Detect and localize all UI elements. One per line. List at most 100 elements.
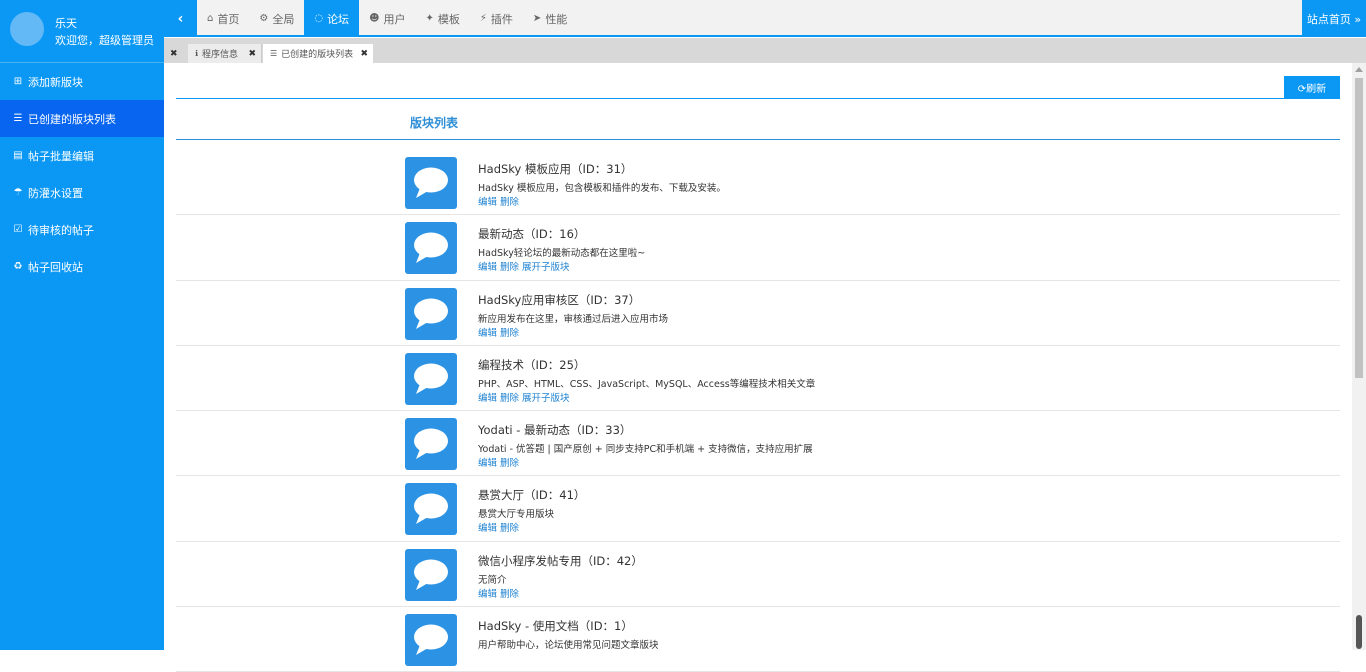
speech-bubble-icon bbox=[414, 493, 448, 525]
tab-bar: ✖ ℹ 程序信息 ✖ ☰ 已创建的版块列表 ✖ bbox=[164, 38, 1366, 63]
sidebar-item[interactable]: ☑ 待审核的帖子 bbox=[0, 211, 164, 248]
edit-link[interactable]: 编辑 bbox=[478, 589, 497, 600]
forum-row: HadSky - 使用文档（ID：1） 用户帮助中心，论坛使用常见问题文章版块 bbox=[176, 607, 1340, 672]
sidebar-item-label: 帖子批量编辑 bbox=[28, 149, 94, 163]
forum-name: HadSky - 使用文档（ID：1） bbox=[478, 619, 633, 634]
home-icon: ⌂ bbox=[207, 13, 214, 24]
topnav-item-label: 模板 bbox=[437, 12, 460, 26]
top-bar: ‹ ⌂ 首页 ⚙ 全局 ◌ 论坛 ☻ 用户 ✦ 模板 ⚡ 插件 ➤ 性能 站点首页 » bbox=[164, 0, 1366, 37]
tab-program-info[interactable]: ℹ 程序信息 ✖ bbox=[188, 44, 262, 63]
forum-row: Yodati - 最新动态（ID：33） Yodati - 优答题 | 国产原创 … bbox=[176, 411, 1340, 477]
forum-description: 无简介 bbox=[478, 574, 507, 586]
topnav-item[interactable]: ✦ 模板 bbox=[416, 0, 470, 37]
paper-plane-icon: ➤ bbox=[532, 13, 542, 24]
edit-link[interactable]: 编辑 bbox=[478, 197, 497, 208]
topnav-item[interactable]: ➤ 性能 bbox=[523, 0, 577, 37]
comment-bubble-icon bbox=[405, 418, 457, 471]
speech-bubble-icon bbox=[414, 428, 448, 460]
topnav-item-label: 全局 bbox=[272, 12, 295, 26]
sidebar-item[interactable]: ▤ 帖子批量编辑 bbox=[0, 137, 164, 174]
tab-label: 程序信息 bbox=[202, 50, 239, 60]
forum-name: 编程技术（ID：25） bbox=[478, 357, 586, 372]
delete-link[interactable]: 删除 bbox=[500, 262, 519, 273]
recycle-icon: ♻ bbox=[13, 261, 23, 272]
plug-icon: ⚡ bbox=[479, 13, 487, 24]
sidebar-item-label: 帖子回收站 bbox=[28, 260, 83, 274]
forum-row: 最新动态（ID：16） HadSky轻论坛的最新动态都在这里啦~ 编辑 删除 展开子版块 bbox=[176, 215, 1340, 281]
list-icon: ☰ bbox=[270, 49, 278, 58]
edit-link[interactable]: 编辑 bbox=[478, 458, 497, 469]
top-nav: ⌂ 首页 ⚙ 全局 ◌ 论坛 ☻ 用户 ✦ 模板 ⚡ 插件 ➤ 性能 bbox=[197, 0, 577, 37]
edit-link[interactable]: 编辑 bbox=[478, 393, 497, 404]
close-all-tabs-button[interactable]: ✖ bbox=[170, 44, 178, 63]
close-icon[interactable]: ✖ bbox=[360, 49, 368, 59]
speech-bubble-icon bbox=[414, 167, 448, 198]
topnav-item[interactable]: ◌ 论坛 bbox=[304, 0, 360, 37]
avatar[interactable] bbox=[10, 12, 44, 46]
gears-icon: ⚙ bbox=[259, 13, 269, 24]
scrollbar[interactable] bbox=[1352, 63, 1366, 650]
sidebar-item[interactable]: ☰ 已创建的版块列表 bbox=[0, 100, 164, 137]
topnav-item[interactable]: ⌂ 首页 bbox=[197, 0, 249, 37]
check-square-icon: ☑ bbox=[13, 224, 23, 235]
scroll-handle[interactable] bbox=[1356, 615, 1362, 649]
forum-description: 新应用发布在这里，审核通过后进入应用市场 bbox=[478, 313, 669, 325]
section-title: 版块列表 bbox=[410, 116, 459, 130]
sidebar-menu: ⊞ 添加新版块 ☰ 已创建的版块列表 ▤ 帖子批量编辑 ☂ 防灌水设置 ☑ 待审核的帖子 ♻ 帖子回收… bbox=[0, 63, 164, 285]
close-icon[interactable]: ✖ bbox=[170, 49, 178, 59]
delete-link[interactable]: 删除 bbox=[500, 523, 519, 534]
edit-link[interactable]: 编辑 bbox=[478, 262, 497, 273]
forum-name: 悬赏大厅（ID：41） bbox=[478, 488, 586, 503]
site-home-button[interactable]: 站点首页 » bbox=[1302, 0, 1366, 37]
tab-forum-list[interactable]: ☰ 已创建的版块列表 ✖ bbox=[263, 44, 373, 63]
puzzle-icon: ✦ bbox=[425, 13, 434, 24]
comment-bubble-icon bbox=[405, 222, 457, 275]
delete-link[interactable]: 删除 bbox=[500, 328, 519, 339]
umbrella-icon: ☂ bbox=[13, 187, 23, 198]
collapse-sidebar-button[interactable]: ‹ bbox=[164, 0, 197, 37]
delete-link[interactable]: 删除 bbox=[500, 458, 519, 469]
comment-bubble-icon bbox=[405, 614, 457, 667]
forum-list: HadSky 模板应用（ID：31） HadSky 模板应用，包含模板和插件的发布… bbox=[176, 150, 1340, 672]
forum-row: HadSky应用审核区（ID：37） 新应用发布在这里，审核通过后进入应用市场 编辑… bbox=[176, 281, 1340, 346]
speech-bubble-icon bbox=[414, 298, 448, 329]
forum-description: 用户帮助中心，论坛使用常见问题文章版块 bbox=[478, 640, 659, 652]
forum-actions: 编辑 删除 bbox=[478, 520, 522, 534]
forum-row: 悬赏大厅（ID：41） 悬赏大厅专用版块 编辑 删除 bbox=[176, 476, 1340, 542]
topnav-item[interactable]: ⚡ 插件 bbox=[470, 0, 523, 37]
info-icon: ℹ bbox=[195, 49, 199, 58]
delete-link[interactable]: 删除 bbox=[500, 197, 519, 208]
sidebar-item[interactable]: ♻ 帖子回收站 bbox=[0, 248, 164, 285]
forum-actions: 编辑 删除 展开子版块 bbox=[478, 259, 573, 273]
plus-square-icon: ⊞ bbox=[13, 76, 23, 87]
scroll-up-icon[interactable] bbox=[1355, 67, 1363, 72]
close-icon[interactable]: ✖ bbox=[248, 49, 256, 59]
sidebar: 乐天 欢迎您，超级管理员 ⊞ 添加新版块 ☰ 已创建的版块列表 ▤ 帖子批量编辑 ☂ 防灌水设… bbox=[0, 0, 164, 650]
topnav-item[interactable]: ⚙ 全局 bbox=[249, 0, 304, 37]
topnav-item-label: 首页 bbox=[217, 12, 240, 26]
topnav-item[interactable]: ☻ 用户 bbox=[359, 0, 415, 37]
comment-bubble-icon bbox=[405, 483, 457, 536]
forum-name: HadSky 模板应用（ID：31） bbox=[478, 162, 633, 176]
forum-description: PHP、ASP、HTML、CSS、JavaScript、MySQL、Access… bbox=[478, 378, 816, 390]
edit-link[interactable]: 编辑 bbox=[478, 523, 497, 534]
forum-name: 微信小程序发帖专用（ID：42） bbox=[478, 553, 643, 568]
batch-edit-icon: ▤ bbox=[13, 150, 23, 161]
user-welcome: 欢迎您，超级管理员 bbox=[55, 34, 154, 47]
sidebar-item[interactable]: ☂ 防灌水设置 bbox=[0, 174, 164, 211]
forum-description: 悬赏大厅专用版块 bbox=[478, 509, 555, 521]
forum-actions: 编辑 删除 bbox=[478, 586, 522, 600]
edit-link[interactable]: 编辑 bbox=[478, 328, 497, 339]
scroll-thumb[interactable] bbox=[1355, 78, 1363, 378]
delete-link[interactable]: 删除 bbox=[500, 393, 519, 404]
comment-bubble-icon bbox=[405, 287, 457, 340]
forum-name: Yodati - 最新动态（ID：33） bbox=[478, 423, 632, 438]
expand-subforums-link[interactable]: 展开子版块 bbox=[522, 393, 570, 404]
sidebar-item[interactable]: ⊞ 添加新版块 bbox=[0, 63, 164, 100]
topnav-item-label: 用户 bbox=[383, 12, 406, 26]
topnav-item-label: 插件 bbox=[490, 12, 513, 26]
expand-subforums-link[interactable]: 展开子版块 bbox=[522, 262, 570, 273]
refresh-button[interactable]: ⟳刷新 bbox=[1284, 76, 1340, 98]
delete-link[interactable]: 删除 bbox=[500, 589, 519, 600]
user-box: 乐天 欢迎您，超级管理员 bbox=[0, 0, 164, 63]
